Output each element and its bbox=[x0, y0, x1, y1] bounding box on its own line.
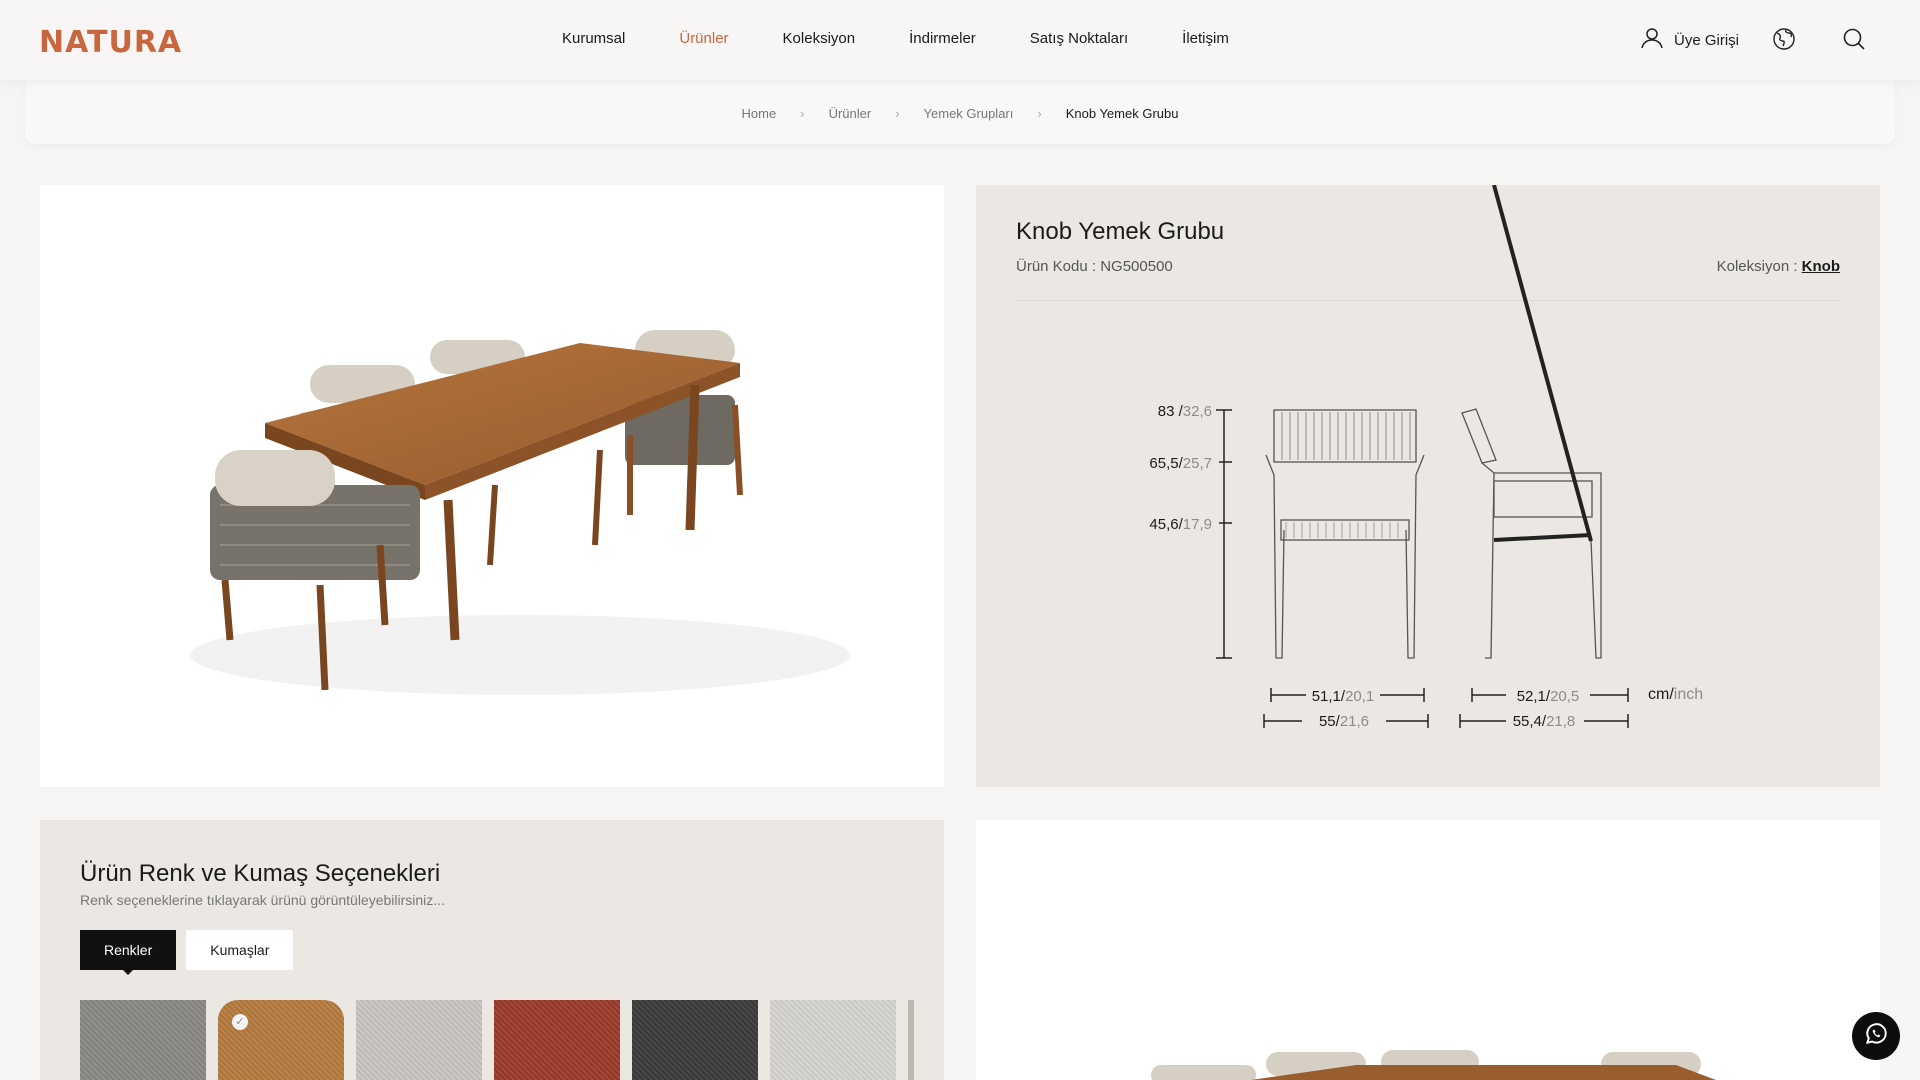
svg-text:55/21,6: 55/21,6 bbox=[1319, 713, 1369, 730]
options-tabs: Renkler Kumaşlar bbox=[80, 930, 294, 975]
nav-item-koleksiyon[interactable]: Koleksiyon bbox=[783, 30, 856, 47]
breadcrumb: Home › Ürünler › Yemek Grupları › Knob Y… bbox=[25, 106, 1895, 121]
height-1-inch: 32,6 bbox=[1183, 403, 1212, 420]
svg-text:cm/inch: cm/inch bbox=[1648, 686, 1703, 703]
svg-text:55,4/21,8: 55,4/21,8 bbox=[1513, 713, 1576, 730]
chair-front-view bbox=[1265, 409, 1425, 659]
nav-item-indirmeler[interactable]: İndirmeler bbox=[909, 30, 976, 47]
search-icon[interactable] bbox=[1842, 27, 1866, 56]
breadcrumb-bar: Home › Ürünler › Yemek Grupları › Knob Y… bbox=[25, 80, 1895, 144]
check-icon: ✓ bbox=[232, 1014, 248, 1030]
svg-text:45,6/17,9: 45,6/17,9 bbox=[1149, 516, 1212, 533]
color-swatch[interactable] bbox=[770, 1000, 896, 1080]
brand-logo[interactable]: NATURA bbox=[39, 25, 182, 60]
main-nav: Kurumsal Ürünler Koleksiyon İndirmeler S… bbox=[562, 30, 1283, 47]
product-info-panel: Knob Yemek Grubu Ürün Kodu : NG500500 Ko… bbox=[976, 185, 1880, 787]
height-2-cm: 65,5 bbox=[1149, 455, 1178, 472]
height-1-cm: 83 bbox=[1158, 403, 1175, 420]
height-3-inch: 17,9 bbox=[1183, 516, 1212, 533]
front-width-1-cm: 51,1 bbox=[1312, 688, 1341, 705]
svg-text:65,5/25,7: 65,5/25,7 bbox=[1149, 455, 1212, 472]
front-width-1-inch: 20,1 bbox=[1345, 688, 1374, 705]
chevron-right-icon: › bbox=[895, 106, 900, 121]
globe-icon[interactable] bbox=[1772, 27, 1796, 56]
dimension-diagram: 83 /32,6 65,5/25,7 45,6/17,9 51,1/20,1 5… bbox=[1149, 185, 1703, 730]
svg-text:52,1/20,5: 52,1/20,5 bbox=[1517, 688, 1580, 705]
whatsapp-button[interactable] bbox=[1852, 1012, 1900, 1060]
color-swatch[interactable] bbox=[494, 1000, 620, 1080]
login-button[interactable]: Üye Girişi bbox=[1640, 26, 1739, 54]
options-title: Ürün Renk ve Kumaş Seçenekleri bbox=[80, 860, 441, 887]
svg-text:51,1/20,1: 51,1/20,1 bbox=[1312, 688, 1375, 705]
side-width-2-inch: 21,8 bbox=[1546, 713, 1575, 730]
nav-item-urunler[interactable]: Ürünler bbox=[679, 30, 728, 47]
unit-cm: cm bbox=[1648, 686, 1669, 703]
product-secondary-image[interactable] bbox=[976, 820, 1880, 1080]
color-swatch[interactable] bbox=[80, 1000, 206, 1080]
color-options-panel: Ürün Renk ve Kumaş Seçenekleri Renk seçe… bbox=[40, 820, 944, 1080]
color-swatch[interactable] bbox=[356, 1000, 482, 1080]
breadcrumb-urunler[interactable]: Ürünler bbox=[829, 106, 872, 121]
nav-item-iletisim[interactable]: İletişim bbox=[1182, 30, 1229, 47]
chevron-right-icon: › bbox=[800, 106, 805, 121]
nav-item-satis-noktalari[interactable]: Satış Noktaları bbox=[1030, 30, 1128, 47]
chair-side-view bbox=[1461, 185, 1602, 659]
unit-inch: inch bbox=[1674, 686, 1703, 703]
breadcrumb-home[interactable]: Home bbox=[742, 106, 777, 121]
side-width-1-cm: 52,1 bbox=[1517, 688, 1546, 705]
breadcrumb-yemek-gruplari[interactable]: Yemek Grupları bbox=[924, 106, 1014, 121]
svg-text:83 /32,6: 83 /32,6 bbox=[1158, 403, 1212, 420]
tab-renkler[interactable]: Renkler bbox=[80, 930, 177, 975]
breadcrumb-current: Knob Yemek Grubu bbox=[1065, 106, 1179, 121]
side-width-1-inch: 20,5 bbox=[1550, 688, 1579, 705]
front-width-2-cm: 55 bbox=[1319, 713, 1336, 730]
color-swatch-partial[interactable] bbox=[908, 1000, 914, 1080]
front-width-2-inch: 21,6 bbox=[1340, 713, 1369, 730]
site-header: NATURA Kurumsal Ürünler Koleksiyon İndir… bbox=[0, 0, 1920, 80]
nav-item-kurumsal[interactable]: Kurumsal bbox=[562, 30, 625, 47]
color-swatches: ✓ bbox=[80, 1000, 914, 1080]
side-width-2-cm: 55,4 bbox=[1513, 713, 1542, 730]
whatsapp-icon bbox=[1863, 1021, 1889, 1052]
color-swatch[interactable] bbox=[632, 1000, 758, 1080]
height-2-inch: 25,7 bbox=[1183, 455, 1212, 472]
height-3-cm: 45,6 bbox=[1149, 516, 1178, 533]
chevron-right-icon: › bbox=[1037, 106, 1042, 121]
tab-kumaslar[interactable]: Kumaşlar bbox=[186, 930, 294, 970]
product-main-image[interactable] bbox=[40, 185, 944, 787]
options-subtitle: Renk seçeneklerine tıklayarak ürünü görü… bbox=[80, 892, 445, 908]
header-actions: Üye Girişi bbox=[1600, 0, 1920, 80]
user-icon bbox=[1640, 26, 1664, 54]
login-label: Üye Girişi bbox=[1674, 31, 1740, 49]
color-swatch-selected[interactable]: ✓ bbox=[218, 1000, 344, 1080]
